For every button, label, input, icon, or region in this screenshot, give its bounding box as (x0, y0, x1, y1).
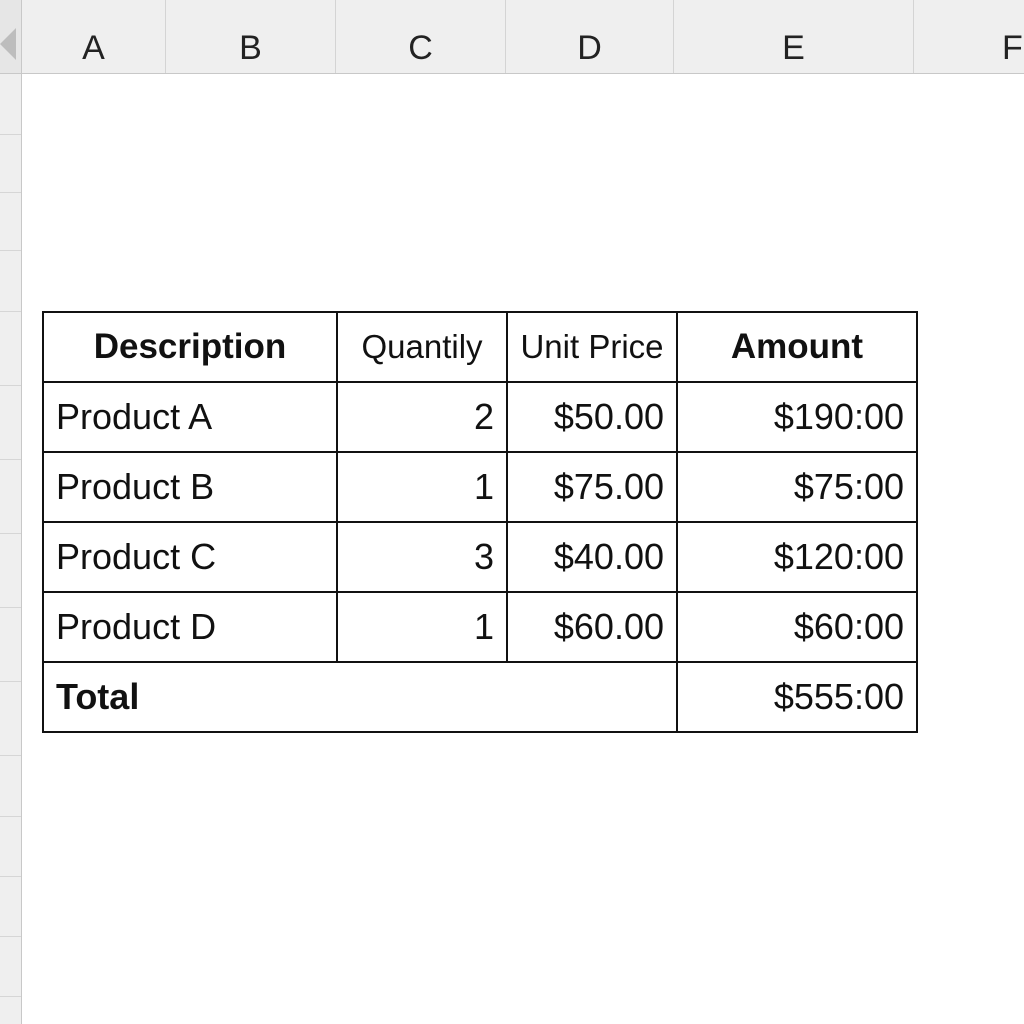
header-unit-price-cell[interactable]: Unit Price (506, 311, 678, 383)
total-row: Total $555:00 (42, 661, 918, 733)
row-divider (0, 459, 21, 460)
row-divider (0, 311, 21, 312)
row-header-strip (0, 74, 22, 1024)
column-header-a[interactable]: A (22, 0, 166, 73)
row-divider (0, 250, 21, 251)
unit-price-cell[interactable]: $75.00 (506, 451, 678, 523)
total-amount-cell[interactable]: $555:00 (676, 661, 918, 733)
table-row: Product B 1 $75.00 $75:00 (42, 451, 918, 523)
row-divider (0, 134, 21, 135)
table-header-row: Description Quantily Unit Price Amount (42, 311, 918, 383)
row-divider (0, 533, 21, 534)
unit-price-cell[interactable]: $50.00 (506, 381, 678, 453)
row-divider (0, 192, 21, 193)
description-cell[interactable]: Product C (42, 521, 338, 593)
quantity-cell[interactable]: 1 (336, 451, 508, 523)
row-divider (0, 607, 21, 608)
table-row: Product A 2 $50.00 $190:00 (42, 381, 918, 453)
amount-cell[interactable]: $75:00 (676, 451, 918, 523)
row-divider (0, 755, 21, 756)
description-cell[interactable]: Product B (42, 451, 338, 523)
invoice-table: Description Quantily Unit Price Amount P… (42, 311, 918, 733)
row-divider (0, 876, 21, 877)
row-divider (0, 385, 21, 386)
row-divider (0, 936, 21, 937)
amount-cell[interactable]: $60:00 (676, 591, 918, 663)
quantity-cell[interactable]: 1 (336, 591, 508, 663)
unit-price-cell[interactable]: $40.00 (506, 521, 678, 593)
row-divider (0, 816, 21, 817)
total-label-cell[interactable]: Total (42, 661, 678, 733)
header-quantity-cell[interactable]: Quantily (336, 311, 508, 383)
quantity-cell[interactable]: 3 (336, 521, 508, 593)
column-header-c[interactable]: C (336, 0, 506, 73)
unit-price-cell[interactable]: $60.00 (506, 591, 678, 663)
table-row: Product D 1 $60.00 $60:00 (42, 591, 918, 663)
quantity-cell[interactable]: 2 (336, 381, 508, 453)
description-cell[interactable]: Product D (42, 591, 338, 663)
header-description-cell[interactable]: Description (42, 311, 338, 383)
row-divider (0, 996, 21, 997)
select-all-button[interactable] (0, 0, 22, 73)
select-all-triangle-icon (0, 28, 16, 60)
row-divider (0, 681, 21, 682)
column-header-bar: A B C D E F (0, 0, 1024, 74)
column-header-e[interactable]: E (674, 0, 914, 73)
table-row: Product C 3 $40.00 $120:00 (42, 521, 918, 593)
column-header-d[interactable]: D (506, 0, 674, 73)
description-cell[interactable]: Product A (42, 381, 338, 453)
header-amount-cell[interactable]: Amount (676, 311, 918, 383)
column-header-f[interactable]: F (914, 0, 1024, 73)
amount-cell[interactable]: $120:00 (676, 521, 918, 593)
amount-cell[interactable]: $190:00 (676, 381, 918, 453)
column-header-b[interactable]: B (166, 0, 336, 73)
